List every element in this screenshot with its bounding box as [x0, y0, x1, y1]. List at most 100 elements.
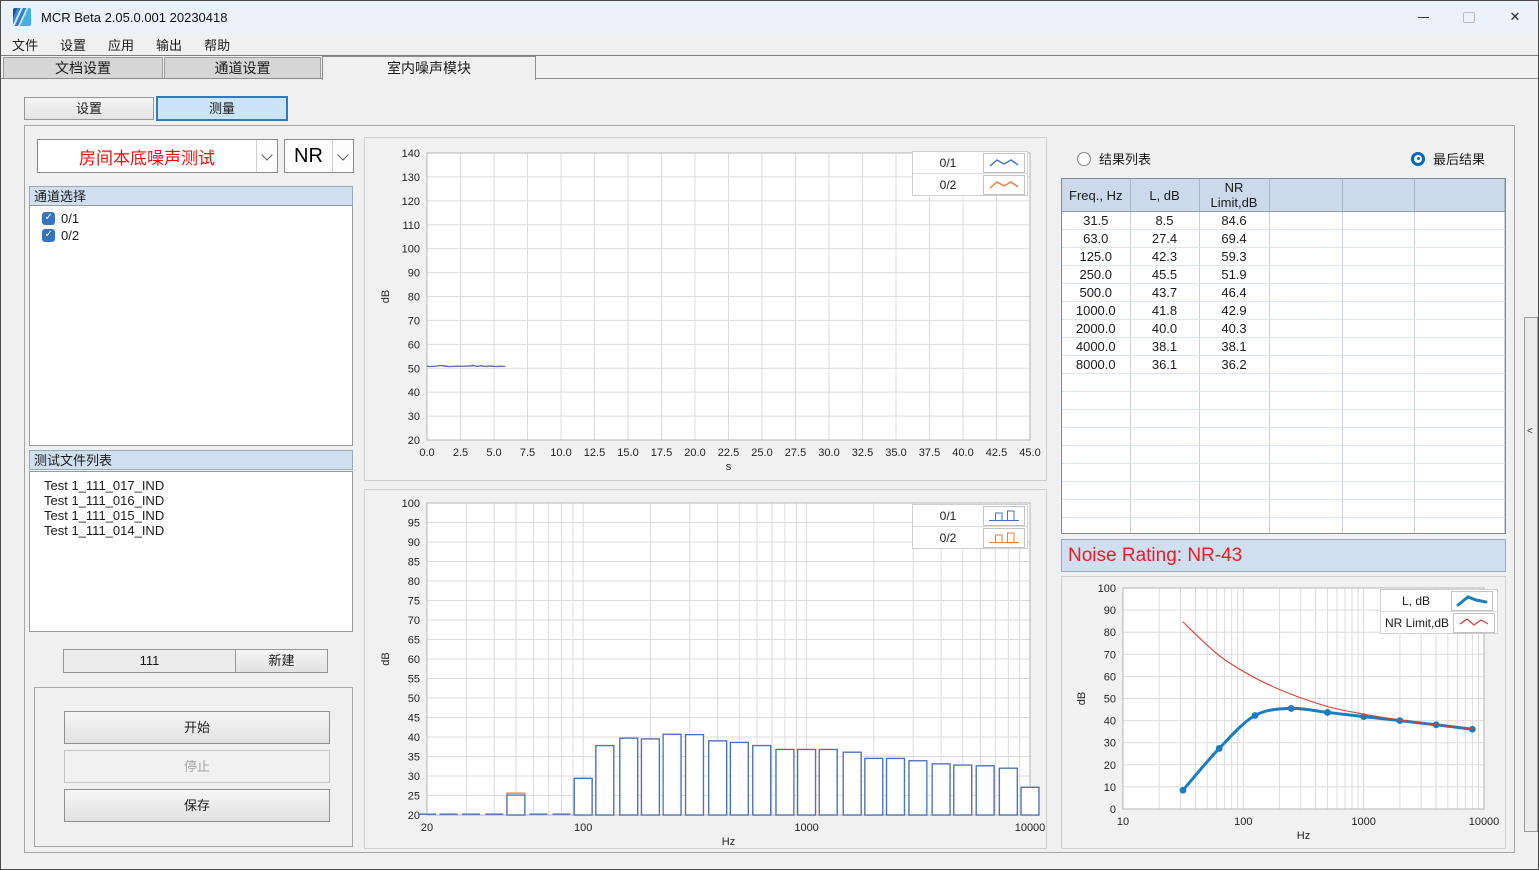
radio-last-result[interactable]: 最后结果 [1411, 149, 1485, 168]
test-type-value: 房间本底噪声测试 [38, 144, 256, 169]
svg-text:1000: 1000 [794, 822, 818, 834]
svg-text:22.5: 22.5 [718, 447, 739, 459]
subtab-measure[interactable]: 测量 [156, 96, 288, 121]
chevron-down-icon[interactable] [256, 140, 277, 172]
chevron-down-icon[interactable] [332, 140, 353, 172]
file-list-item[interactable]: Test 1_111_015_IND [30, 508, 352, 523]
cell-freq [1062, 428, 1130, 446]
files-section-header: 测试文件列表 [29, 450, 353, 470]
file-list-item[interactable]: Test 1_111_014_IND [30, 523, 352, 538]
chevron-left-icon: < [1527, 426, 1533, 437]
svg-text:100: 100 [574, 822, 592, 834]
svg-text:10000: 10000 [1015, 822, 1046, 834]
menu-item[interactable]: 帮助 [193, 32, 241, 57]
tab-document-settings[interactable]: 文档设置 [3, 57, 163, 78]
table-empty-row [1062, 428, 1505, 446]
svg-text:45: 45 [408, 713, 420, 725]
radio-result-list[interactable]: 结果列表 [1077, 149, 1151, 168]
svg-text:10.0: 10.0 [550, 447, 571, 459]
table-row[interactable]: 1000.0 41.8 42.9 [1062, 302, 1505, 320]
svg-text:85: 85 [408, 557, 420, 569]
table-row[interactable]: 250.0 45.5 51.9 [1062, 266, 1505, 284]
table-row[interactable]: 125.0 42.3 59.3 [1062, 248, 1505, 266]
table-empty-row [1062, 392, 1505, 410]
cell-level [1130, 500, 1199, 518]
legend-entry: 0/1 [913, 152, 1027, 174]
svg-text:10: 10 [1104, 782, 1116, 794]
minimize-button[interactable] [1400, 1, 1446, 33]
svg-text:30: 30 [408, 411, 420, 423]
legend-label: L, dB [1381, 594, 1451, 608]
table-row[interactable]: 2000.0 40.0 40.3 [1062, 320, 1505, 338]
svg-text:50: 50 [408, 693, 420, 705]
svg-text:140: 140 [402, 148, 420, 160]
test-type-select[interactable]: 房间本底噪声测试 [37, 139, 278, 173]
svg-text:100: 100 [1098, 583, 1116, 595]
cell-nr-limit [1199, 482, 1269, 500]
title-bar: MCR Beta 2.05.0.001 20230418 ✕ [1, 1, 1538, 33]
svg-text:40: 40 [1104, 716, 1116, 728]
menu-item[interactable]: 文件 [1, 32, 49, 57]
table-row[interactable]: 31.5 8.5 84.6 [1062, 212, 1505, 230]
cell-freq [1062, 392, 1130, 410]
cell-nr-limit [1199, 464, 1269, 482]
save-button[interactable]: 保存 [64, 789, 330, 822]
thick-line-icon [1451, 591, 1493, 611]
channel-item[interactable]: 0/1 [30, 210, 352, 227]
cell-nr-limit [1199, 518, 1269, 535]
time-history-chart: 20304050607080901001101201301400.02.55.0… [364, 137, 1047, 481]
table-row[interactable]: 8000.0 36.1 36.2 [1062, 356, 1505, 374]
svg-text:90: 90 [408, 537, 420, 549]
file-list-item[interactable]: Test 1_111_017_IND [30, 478, 352, 493]
svg-text:30: 30 [408, 771, 420, 783]
table-header-row: Freq., Hz L, dB NR Limit,dB [1062, 179, 1505, 212]
svg-text:20: 20 [1104, 760, 1116, 772]
svg-text:42.5: 42.5 [986, 447, 1007, 459]
collapse-panel-strip[interactable]: < [1524, 317, 1538, 832]
cell-freq [1062, 518, 1130, 535]
new-button[interactable]: 新建 [235, 649, 328, 673]
cell-level: 8.5 [1130, 212, 1199, 230]
table-row[interactable]: 500.0 43.7 46.4 [1062, 284, 1505, 302]
radio-selected-icon[interactable] [1411, 152, 1425, 166]
subtab-settings[interactable]: 设置 [24, 97, 154, 120]
table-empty-row [1062, 500, 1505, 518]
cell-freq [1062, 464, 1130, 482]
svg-text:50: 50 [408, 363, 420, 375]
tab-room-noise-module[interactable]: 室内噪声模块 [322, 56, 536, 80]
tab-channel-settings[interactable]: 通道设置 [164, 57, 321, 78]
file-list-item[interactable]: Test 1_111_016_IND [30, 493, 352, 508]
svg-text:35: 35 [408, 752, 420, 764]
svg-text:Hz: Hz [722, 836, 735, 848]
radio-unselected-icon[interactable] [1077, 152, 1091, 166]
channel-item[interactable]: 0/2 [30, 227, 352, 244]
cell-freq: 500.0 [1062, 284, 1130, 302]
cell-level: 38.1 [1130, 338, 1199, 356]
table-row[interactable]: 63.0 27.4 69.4 [1062, 230, 1505, 248]
table-row[interactable]: 4000.0 38.1 38.1 [1062, 338, 1505, 356]
cell-nr-limit: 69.4 [1199, 230, 1269, 248]
rating-type-select[interactable]: NR [284, 139, 354, 173]
close-button[interactable]: ✕ [1492, 1, 1538, 33]
cell-nr-limit [1199, 392, 1269, 410]
legend-entry: L, dB [1381, 590, 1497, 612]
menu-item[interactable]: 应用 [97, 32, 145, 57]
checkbox-checked-icon[interactable] [42, 212, 55, 225]
cell-freq: 125.0 [1062, 248, 1130, 266]
svg-text:17.5: 17.5 [651, 447, 672, 459]
checkbox-checked-icon[interactable] [42, 229, 55, 242]
svg-text:130: 130 [402, 172, 420, 184]
svg-text:65: 65 [408, 635, 420, 647]
file-name-input[interactable]: 111 [63, 649, 236, 673]
legend-label: 0/2 [913, 531, 983, 545]
minimize-icon [1418, 17, 1429, 18]
start-button[interactable]: 开始 [64, 711, 330, 744]
maximize-button[interactable] [1446, 1, 1492, 33]
svg-text:0.0: 0.0 [419, 447, 434, 459]
svg-text:dB: dB [380, 290, 392, 303]
cell-level [1130, 446, 1199, 464]
cell-level: 27.4 [1130, 230, 1199, 248]
cell-level: 40.0 [1130, 320, 1199, 338]
menu-item[interactable]: 输出 [145, 32, 193, 57]
menu-item[interactable]: 设置 [49, 32, 97, 57]
